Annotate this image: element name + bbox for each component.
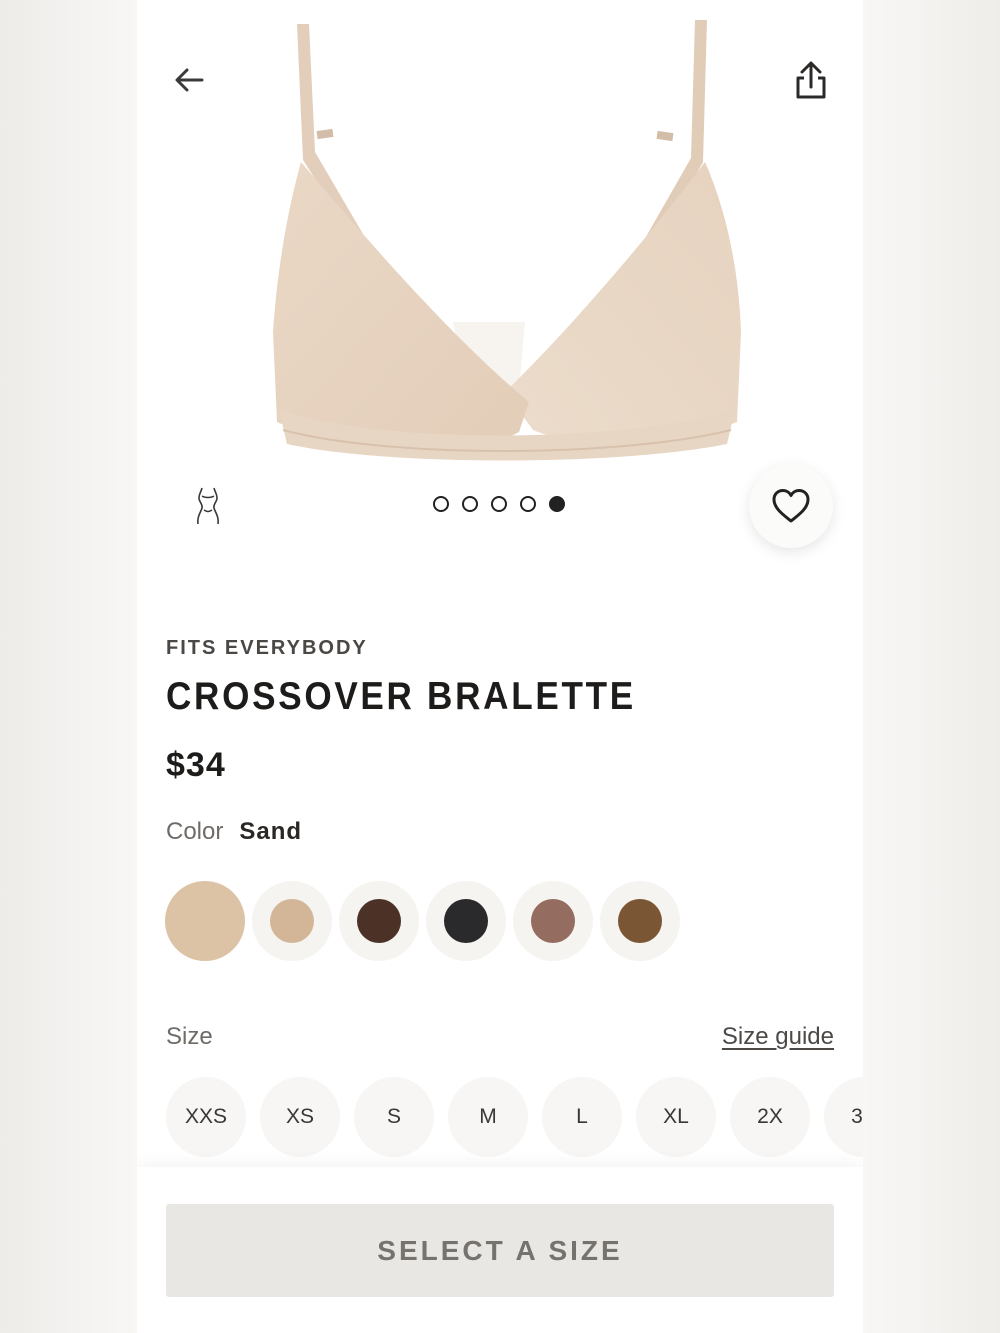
size-option-l[interactable]: L — [542, 1077, 622, 1157]
color-label: Color — [166, 818, 224, 845]
background-right — [863, 0, 1000, 1333]
share-icon — [796, 61, 826, 99]
swatch-chip — [270, 899, 314, 943]
carousel-dot[interactable] — [549, 496, 565, 512]
back-button[interactable] — [167, 58, 211, 102]
color-swatch-clay[interactable] — [252, 881, 332, 961]
product-image — [273, 20, 741, 461]
share-button[interactable] — [789, 56, 833, 104]
color-swatch-cocoa[interactable] — [339, 881, 419, 961]
selected-color-name: Sand — [239, 818, 303, 845]
swatch-chip — [618, 899, 662, 943]
carousel-dot[interactable] — [462, 496, 478, 512]
size-option-xs[interactable]: XS — [260, 1077, 340, 1157]
color-swatch-onyx[interactable] — [426, 881, 506, 961]
select-size-button[interactable]: SELECT A SIZE — [166, 1204, 834, 1297]
size-guide-link[interactable]: Size guide — [722, 1023, 834, 1051]
product-hero — [137, 0, 863, 580]
color-swatch-oxide[interactable] — [600, 881, 680, 961]
swatch-chip — [444, 899, 488, 943]
size-option-m[interactable]: M — [448, 1077, 528, 1157]
product-collection: FITS EVERYBODY — [166, 637, 368, 659]
size-option-xxs[interactable]: XXS — [166, 1077, 246, 1157]
carousel-dot[interactable] — [491, 496, 507, 512]
size-option-xl[interactable]: XL — [636, 1077, 716, 1157]
product-detail-screen: FITS EVERYBODY CROSSOVER BRALETTE $34 Co… — [137, 0, 863, 1333]
product-price: $34 — [166, 746, 226, 784]
carousel-dots — [433, 496, 565, 512]
color-selection-header: Color Sand — [166, 818, 302, 846]
color-swatch-sand[interactable] — [165, 881, 245, 961]
heart-icon — [772, 489, 810, 523]
swatch-chip — [357, 899, 401, 943]
color-swatch-sienna[interactable] — [513, 881, 593, 961]
swatch-chip — [531, 899, 575, 943]
size-options: XXSXSSMLXL2X3X — [166, 1077, 863, 1157]
product-title: CROSSOVER BRALETTE — [166, 675, 636, 718]
size-option-3x[interactable]: 3X — [824, 1077, 863, 1157]
favorite-button[interactable] — [749, 464, 833, 548]
size-option-s[interactable]: S — [354, 1077, 434, 1157]
color-swatches — [165, 881, 680, 961]
arrow-left-icon — [175, 68, 204, 92]
background-left — [0, 0, 137, 1333]
carousel-dot[interactable] — [520, 496, 536, 512]
size-label: Size — [166, 1023, 213, 1050]
body-fit-icon[interactable] — [193, 486, 223, 526]
bottom-action-bar: SELECT A SIZE — [137, 1167, 863, 1333]
swatch-chip — [165, 881, 245, 961]
size-option-2x[interactable]: 2X — [730, 1077, 810, 1157]
carousel-dot[interactable] — [433, 496, 449, 512]
